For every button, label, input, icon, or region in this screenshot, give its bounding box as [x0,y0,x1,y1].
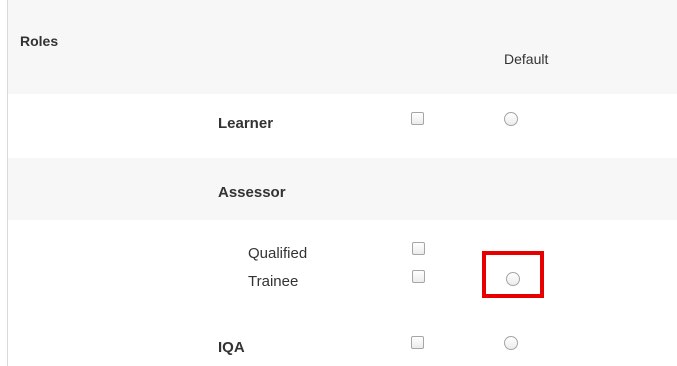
learner-default-radio[interactable] [504,112,518,126]
sub-role-label-qualified: Qualified [248,245,308,262]
trainee-checkbox[interactable] [412,270,425,283]
sub-role-label-trainee: Trainee [248,273,299,290]
iqa-default-radio[interactable] [504,336,518,350]
learner-checkbox[interactable] [411,112,424,125]
iqa-checkbox[interactable] [411,336,424,349]
role-label-iqa: IQA [218,339,245,356]
roles-section-title: Roles [20,33,59,49]
qualified-checkbox[interactable] [412,242,425,255]
role-label-learner: Learner [218,115,274,132]
assessor-band [8,158,677,220]
roles-panel: Roles Default Learner Assessor Qualified… [0,0,677,366]
highlight-annotation-box [482,251,544,298]
role-label-assessor: Assessor [218,184,286,201]
default-column-header: Default [504,51,549,67]
header-band [8,0,677,94]
